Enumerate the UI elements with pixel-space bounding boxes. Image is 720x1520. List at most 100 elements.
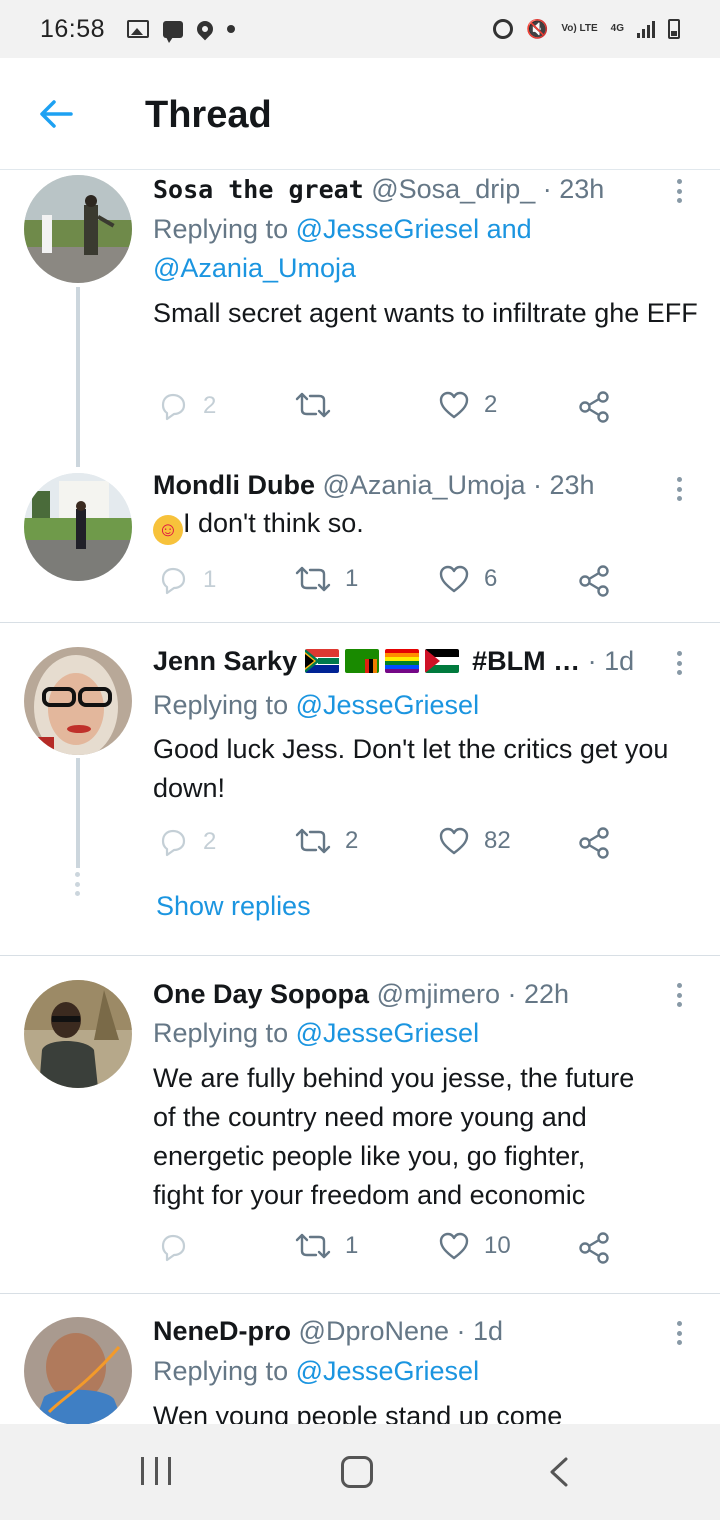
tweet[interactable]: NeneD-pro @DproNene · 1d Replying to @Je… xyxy=(0,1314,720,1424)
tweet-time: · 1d xyxy=(587,646,635,676)
back-nav-icon[interactable] xyxy=(546,1456,572,1488)
retweet-button[interactable]: 2 xyxy=(295,826,358,856)
author-name[interactable]: Mondli Dube xyxy=(153,470,315,500)
more-options-icon[interactable] xyxy=(672,474,686,504)
tweet-actions: 1 1 6 xyxy=(153,564,623,604)
share-icon xyxy=(579,565,609,597)
author-name[interactable]: One Day Sopopa xyxy=(153,979,369,1009)
author-name[interactable]: NeneD-pro xyxy=(153,1316,291,1346)
like-count: 2 xyxy=(484,391,498,418)
more-options-icon[interactable] xyxy=(672,176,686,206)
show-replies-link[interactable]: Show replies xyxy=(156,891,311,922)
replying-to: Replying to @JesseGriesel and @Azania_Um… xyxy=(153,214,532,283)
tweet-text: ☺ I don't think so. xyxy=(153,504,703,545)
retweet-button[interactable] xyxy=(295,390,345,420)
heart-icon xyxy=(439,827,469,855)
page-title: Thread xyxy=(145,94,272,136)
zambia-flag-icon xyxy=(344,649,379,673)
author-handle: @Sosa_drip_ xyxy=(371,174,536,204)
author-name[interactable]: Sosa the great xyxy=(153,175,364,204)
mention-link[interactable]: @Azania_Umoja xyxy=(153,253,356,283)
tweet-time: · 23h xyxy=(533,470,595,500)
thread-line xyxy=(76,287,80,467)
like-button[interactable]: 10 xyxy=(438,1231,511,1261)
like-button[interactable]: 2 xyxy=(438,390,497,420)
tweet[interactable]: One Day Sopopa @mjimero · 22h Replying t… xyxy=(0,976,720,1286)
tweet-actions: 2 2 xyxy=(153,390,623,430)
mute-icon: 🔇 xyxy=(525,18,549,39)
status-time: 16:58 xyxy=(40,14,106,43)
location-icon xyxy=(193,17,217,41)
tweet[interactable]: Sosa the great @Sosa_drip_ · 23h Replyin… xyxy=(0,170,720,467)
reply-button[interactable] xyxy=(157,1231,203,1263)
reply-icon xyxy=(161,829,186,857)
reply-count: 2 xyxy=(203,392,217,419)
mention-link[interactable]: @JesseGriesel xyxy=(296,1356,479,1386)
retweet-icon xyxy=(295,392,331,418)
divider xyxy=(0,1293,720,1294)
thread-feed[interactable]: Sosa the great @Sosa_drip_ · 23h Replyin… xyxy=(0,170,720,1424)
replying-to: Replying to @JesseGriesel xyxy=(153,690,480,720)
replying-to: Replying to @JesseGriesel xyxy=(153,1018,480,1048)
like-count: 10 xyxy=(484,1232,511,1259)
tweet-text: We are fully behind you jesse, the futur… xyxy=(153,1063,635,1210)
share-button[interactable] xyxy=(577,564,611,598)
retweet-count: 2 xyxy=(345,827,359,854)
share-button[interactable] xyxy=(577,826,611,860)
avatar[interactable] xyxy=(24,1317,132,1424)
mention-link[interactable]: @JesseGriesel xyxy=(296,214,479,244)
avatar[interactable] xyxy=(24,175,132,283)
home-button[interactable] xyxy=(341,1456,373,1488)
share-button[interactable] xyxy=(577,390,611,424)
more-options-icon[interactable] xyxy=(672,648,686,678)
thread-header: Thread xyxy=(0,58,720,170)
recent-apps-button[interactable] xyxy=(141,1457,171,1487)
like-button[interactable]: 6 xyxy=(438,564,497,594)
tweet-time: · 22h xyxy=(507,979,570,1009)
tweet-actions: 2 2 82 xyxy=(153,826,623,866)
reply-button[interactable]: 2 xyxy=(157,826,216,858)
tweet[interactable]: Jenn Sarky #BLM … · 1d Replying to @Jess… xyxy=(0,644,720,944)
retweet-count: 1 xyxy=(345,1232,359,1259)
retweet-count: 1 xyxy=(345,565,359,592)
reply-button[interactable]: 1 xyxy=(157,564,216,596)
dot-icon xyxy=(227,25,236,33)
tweet-header: Mondli Dube @Azania_Umoja · 23h xyxy=(153,470,595,501)
image-icon xyxy=(127,20,150,38)
tweet-actions: 1 10 xyxy=(153,1231,623,1271)
back-arrow-icon[interactable] xyxy=(38,98,74,130)
tweet-header: Sosa the great @Sosa_drip_ · 23h xyxy=(153,174,604,205)
volte-icon: Vo) LTE xyxy=(561,23,598,34)
more-options-icon[interactable] xyxy=(672,1318,686,1348)
author-name[interactable]: Jenn Sarky xyxy=(153,646,297,676)
heart-icon xyxy=(439,565,469,593)
avatar[interactable] xyxy=(24,473,132,581)
mention-link[interactable]: @JesseGriesel xyxy=(296,1018,479,1048)
author-handle: @Azania_Umoja xyxy=(322,470,526,500)
retweet-icon xyxy=(295,566,331,592)
retweet-button[interactable]: 1 xyxy=(295,564,358,594)
tweet-header: Jenn Sarky #BLM … · 1d xyxy=(153,646,634,677)
more-options-icon[interactable] xyxy=(672,980,686,1010)
avatar[interactable] xyxy=(24,647,132,755)
tweet-header: One Day Sopopa @mjimero · 22h xyxy=(153,979,569,1010)
reply-count: 2 xyxy=(203,828,217,855)
system-nav-bar xyxy=(0,1424,720,1520)
like-button[interactable]: 82 xyxy=(438,826,511,856)
tweet-text: Small secret agent wants to infiltrate g… xyxy=(153,298,698,328)
share-button[interactable] xyxy=(577,1231,611,1265)
like-count: 6 xyxy=(484,565,498,592)
mention-link[interactable]: @JesseGriesel xyxy=(296,690,479,720)
retweet-icon xyxy=(295,1233,331,1259)
reply-button[interactable]: 2 xyxy=(157,390,216,422)
tweet[interactable]: Mondli Dube @Azania_Umoja · 23h ☺ I don't… xyxy=(0,468,720,618)
thread-line xyxy=(76,758,80,868)
tweet-time: · 1d xyxy=(456,1316,504,1346)
status-icons-right: 🔇 Vo) LTE 4G xyxy=(492,18,680,40)
status-bar: 16:58 🔇 Vo) LTE 4G xyxy=(0,0,720,58)
reply-icon xyxy=(161,567,186,595)
reply-count: 1 xyxy=(203,566,217,593)
retweet-button[interactable]: 1 xyxy=(295,1231,358,1261)
alarm-icon xyxy=(492,19,513,39)
avatar[interactable] xyxy=(24,980,132,1088)
